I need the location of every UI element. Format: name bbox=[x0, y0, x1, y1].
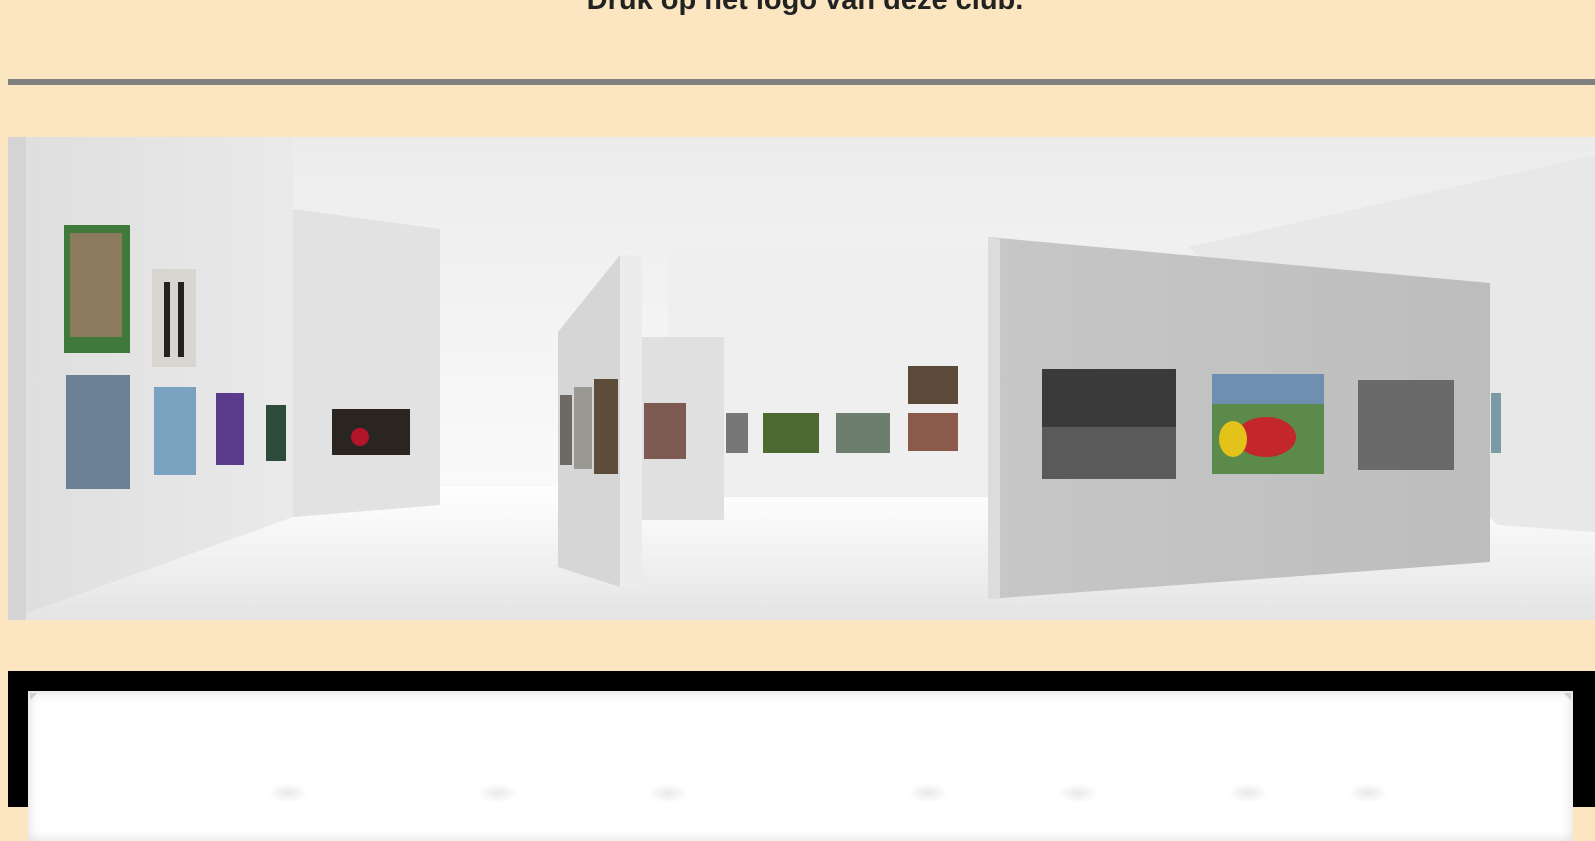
corner-decoration-icon bbox=[1511, 693, 1571, 753]
photo-child bbox=[763, 413, 819, 453]
instruction-heading: Druk op het logo van deze club. bbox=[586, 0, 1024, 16]
photo-kitesurf bbox=[66, 375, 130, 489]
photo-people-pillar bbox=[644, 403, 686, 459]
photo-performer bbox=[216, 393, 244, 465]
photo-surfer bbox=[154, 387, 196, 475]
corner-decoration-icon bbox=[30, 693, 90, 753]
gallery-scene bbox=[8, 137, 1595, 620]
bottom-panel-content bbox=[28, 691, 1573, 841]
divider-line bbox=[8, 79, 1595, 85]
photo-apple bbox=[332, 409, 410, 455]
virtual-gallery-viewer[interactable] bbox=[8, 137, 1595, 620]
photo-group bbox=[908, 366, 958, 404]
photo-legs bbox=[152, 269, 196, 367]
photo-crowd bbox=[908, 413, 958, 451]
bottom-panel bbox=[8, 671, 1595, 841]
photo-fisherman bbox=[1358, 380, 1454, 470]
photo-pillar bbox=[594, 379, 618, 474]
photo-scooters bbox=[836, 413, 890, 453]
photo-plant bbox=[266, 405, 286, 461]
